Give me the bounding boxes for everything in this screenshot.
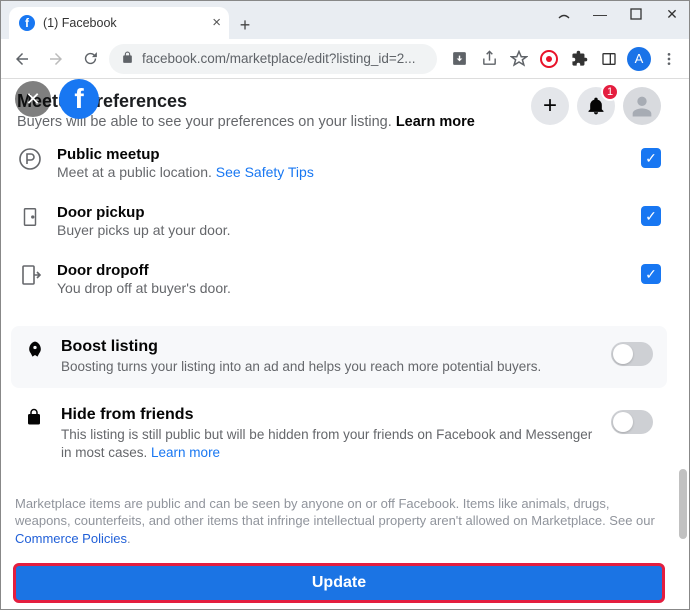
lock-icon [121, 51, 134, 67]
pref-door-pickup[interactable]: Door pickup Buyer picks up at your door.… [1, 192, 677, 250]
hide-from-friends-card: Hide from friends This listing is still … [11, 394, 667, 474]
window-maximize-button[interactable] [627, 5, 645, 23]
door-arrow-icon [17, 262, 43, 288]
address-bar[interactable]: facebook.com/marketplace/edit?listing_id… [109, 44, 437, 74]
extensions-puzzle-icon[interactable] [565, 45, 593, 73]
hide-title: Hide from friends [61, 406, 597, 424]
lock-icon [25, 408, 47, 431]
hide-learn-more-link[interactable]: Learn more [151, 445, 220, 460]
fb-header-actions: + 1 [531, 87, 661, 125]
window-close-button[interactable]: ✕ [663, 5, 681, 23]
install-app-icon[interactable] [445, 45, 473, 73]
pref-door-dropoff[interactable]: Door dropoff You drop off at buyer's doo… [1, 250, 677, 308]
boost-title: Boost listing [61, 338, 597, 356]
facebook-favicon-icon: f [19, 15, 35, 31]
nav-back-button[interactable] [7, 44, 37, 74]
pref-title: Door pickup [57, 204, 627, 221]
nav-forward-button[interactable] [41, 44, 71, 74]
tab-close-icon[interactable]: × [212, 14, 221, 31]
meetup-learn-more-link[interactable]: Learn more [396, 114, 475, 130]
pref-title: Door dropoff [57, 262, 627, 279]
hide-toggle[interactable] [611, 410, 653, 434]
fb-account-button[interactable] [623, 87, 661, 125]
vertical-scrollbar[interactable] [679, 79, 687, 599]
rocket-icon [25, 340, 47, 365]
update-button[interactable]: Update [13, 563, 665, 603]
fb-create-button[interactable]: + [531, 87, 569, 125]
new-tab-button[interactable]: + [231, 11, 259, 39]
checkbox-checked-icon[interactable]: ✓ [641, 206, 661, 226]
fb-overlay-nav: ✕ f [15, 79, 99, 119]
boost-desc: Boosting turns your listing into an ad a… [61, 358, 597, 376]
parking-icon [17, 146, 43, 172]
window-minimize-button[interactable]: — [591, 5, 609, 23]
fb-close-button[interactable]: ✕ [15, 81, 51, 117]
browser-tab[interactable]: f (1) Facebook × [9, 7, 229, 39]
bookmark-star-icon[interactable] [505, 45, 533, 73]
url-text: facebook.com/marketplace/edit?listing_id… [142, 51, 416, 66]
fb-notifications-button[interactable]: 1 [577, 87, 615, 125]
window-titlebar: f (1) Facebook × + — ✕ [1, 1, 689, 39]
browser-toolbar: facebook.com/marketplace/edit?listing_id… [1, 39, 689, 79]
window-minimize-icon[interactable] [555, 5, 573, 23]
scrollbar-thumb[interactable] [679, 469, 687, 539]
page-content: ✕ f + 1 Meetup preferences Buyers will b… [1, 79, 677, 609]
profile-avatar[interactable]: A [625, 45, 653, 73]
share-icon[interactable] [475, 45, 503, 73]
pref-title: Public meetup [57, 146, 627, 163]
boost-listing-card: Boost listing Boosting turns your listin… [11, 326, 667, 388]
pref-public-meetup[interactable]: Public meetup Meet at a public location.… [1, 134, 677, 192]
sidepanel-icon[interactable] [595, 45, 623, 73]
window-controls: — ✕ [555, 5, 681, 23]
boost-toggle[interactable] [611, 342, 653, 366]
commerce-policies-link[interactable]: Commerce Policies [15, 531, 127, 546]
checkbox-checked-icon[interactable]: ✓ [641, 148, 661, 168]
notification-badge: 1 [601, 83, 619, 101]
marketplace-disclaimer: Marketplace items are public and can be … [1, 481, 677, 556]
tab-title: (1) Facebook [43, 16, 117, 30]
checkbox-checked-icon[interactable]: ✓ [641, 264, 661, 284]
nav-reload-button[interactable] [75, 44, 105, 74]
kebab-menu-icon[interactable] [655, 45, 683, 73]
extension-icon[interactable] [535, 45, 563, 73]
safety-tips-link[interactable]: See Safety Tips [216, 164, 314, 180]
door-icon [17, 204, 43, 230]
facebook-logo-icon[interactable]: f [59, 79, 99, 119]
